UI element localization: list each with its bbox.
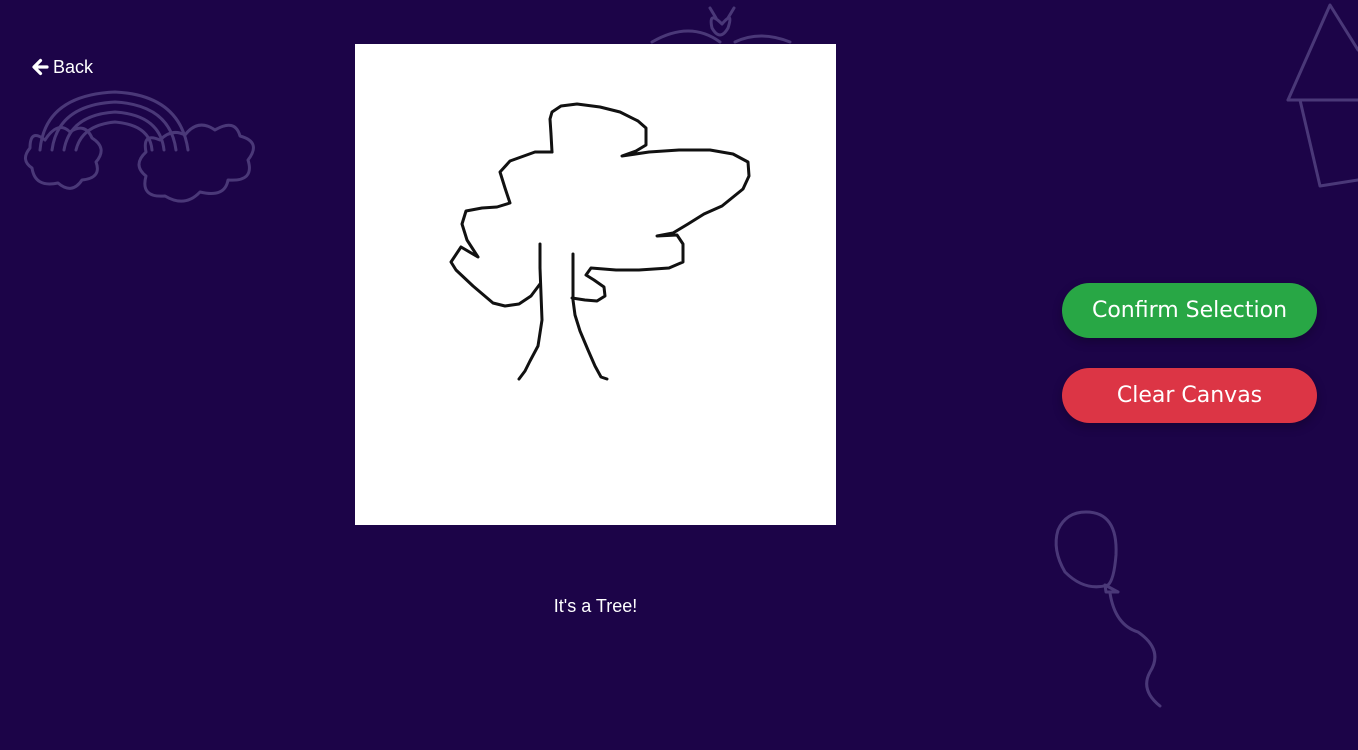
tree-crown-left-stroke [449,150,554,308]
back-label: Back [53,56,94,77]
prediction-text: It's a Tree! [553,596,638,616]
tree-sketch [449,102,751,381]
clear-canvas-button[interactable]: Clear Canvas [1062,368,1317,423]
arrow-left-icon [31,58,49,76]
balloon-doodle-icon [1054,510,1162,708]
cloud-doodle-icon [137,123,255,203]
drawing-canvas[interactable] [355,44,836,525]
rainbow-doodle-icon [38,90,190,152]
tree-trunk-left-stroke [517,242,544,381]
tree-crown-stroke [548,102,751,303]
tree-trunk-right-stroke [571,252,609,381]
back-link[interactable]: Back [31,55,93,79]
house-doodle-icon [1286,3,1358,188]
butterfly-doodle-icon [650,6,792,44]
confirm-selection-button[interactable]: Confirm Selection [1062,283,1317,338]
cloud-doodle-icon [24,126,103,190]
